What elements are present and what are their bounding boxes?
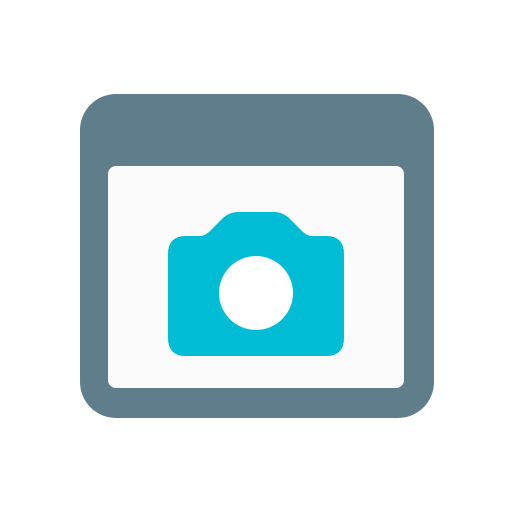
screenshot-app-icon <box>80 94 434 418</box>
camera-lens <box>219 256 293 330</box>
app-icon-stage <box>0 0 512 512</box>
